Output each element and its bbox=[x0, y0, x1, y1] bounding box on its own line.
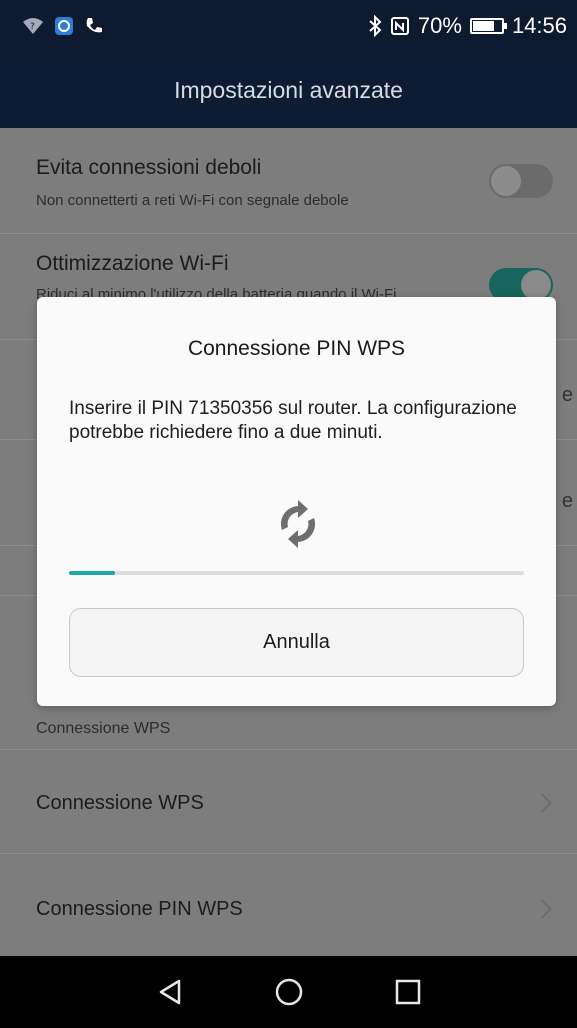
home-icon[interactable] bbox=[269, 972, 309, 1012]
phone-call-icon bbox=[84, 16, 104, 36]
setting-wps-connection[interactable]: Connessione WPS bbox=[0, 750, 577, 854]
setting-avoid-weak-connections[interactable]: Evita connessioni deboli Non connetterti… bbox=[0, 128, 577, 234]
navigation-bar bbox=[0, 956, 577, 1028]
setting-title: Ottimizzazione Wi-Fi bbox=[36, 252, 229, 275]
wps-pin-dialog: Connessione PIN WPS Inserire il PIN 7135… bbox=[37, 297, 556, 706]
clock: 14:56 bbox=[511, 13, 567, 38]
chevron-right-icon bbox=[532, 793, 552, 813]
title-bar: Impostazioni avanzate bbox=[0, 52, 577, 128]
svg-text:?: ? bbox=[30, 22, 35, 32]
section-header: Connessione WPS bbox=[36, 720, 171, 737]
status-bar: ? 70% 14:56 bbox=[0, 0, 577, 52]
setting-title: Evita connessioni deboli bbox=[36, 156, 262, 179]
weak-connections-toggle[interactable] bbox=[489, 164, 553, 198]
chevron-right-icon bbox=[532, 899, 552, 919]
wifi-question-icon: ? bbox=[22, 16, 44, 36]
setting-subtitle: Non connetterti a reti Wi-Fi con segnale… bbox=[36, 192, 349, 209]
battery-percent: 70% bbox=[417, 13, 462, 38]
bluetooth-icon bbox=[368, 15, 382, 37]
dialog-message: Inserire il PIN 71350356 sul router. La … bbox=[69, 398, 517, 443]
progress-fill bbox=[69, 571, 115, 575]
battery-icon bbox=[469, 18, 507, 34]
back-icon[interactable] bbox=[150, 972, 190, 1012]
progress-bar bbox=[69, 571, 524, 575]
page-title: Impostazioni avanzate bbox=[174, 76, 403, 103]
dialog-title: Connessione PIN WPS bbox=[187, 337, 406, 360]
setting-title: Connessione PIN WPS bbox=[36, 898, 243, 920]
app-notification-icon bbox=[54, 16, 74, 36]
row-edge-text: e bbox=[561, 384, 573, 406]
row-edge-text: e bbox=[561, 490, 573, 512]
setting-wps-pin-connection[interactable]: Connessione PIN WPS bbox=[0, 854, 577, 956]
sync-icon bbox=[274, 500, 322, 548]
status-left-icons: ? bbox=[22, 16, 104, 36]
setting-title: Connessione WPS bbox=[36, 792, 204, 814]
nfc-icon bbox=[390, 16, 410, 36]
status-right-icons: 70% 14:56 bbox=[368, 13, 567, 39]
cancel-button[interactable]: Annulla bbox=[69, 608, 524, 677]
recents-icon[interactable] bbox=[388, 972, 428, 1012]
